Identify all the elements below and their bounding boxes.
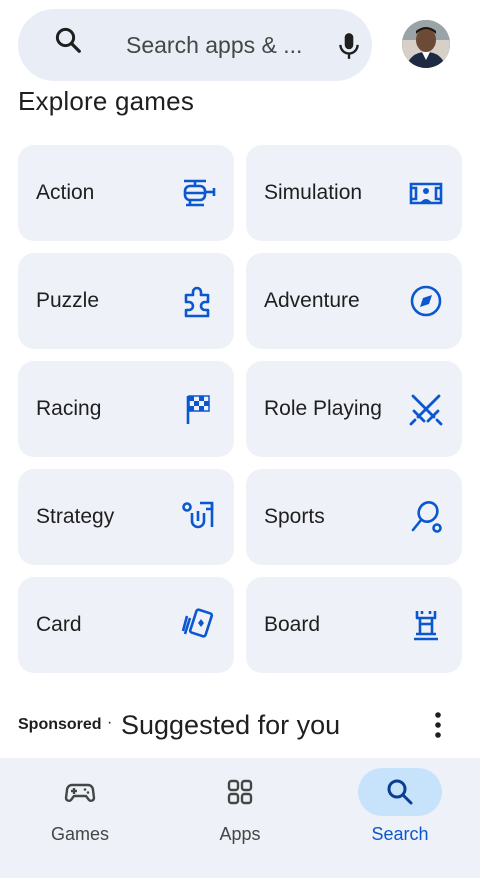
- crossed-swords-icon: [409, 394, 443, 426]
- category-tile-board[interactable]: Board: [246, 577, 462, 673]
- puzzle-piece-icon: [184, 286, 210, 318]
- strategy-icon: [182, 501, 214, 529]
- category-label: Board: [264, 613, 321, 636]
- avatar-image: [402, 20, 450, 68]
- search-bar[interactable]: Search apps & ...: [18, 9, 372, 81]
- category-tile-puzzle[interactable]: Puzzle: [18, 253, 234, 349]
- category-label: Puzzle: [36, 289, 100, 312]
- search-icon[interactable]: [53, 25, 83, 55]
- racket-icon: [411, 501, 442, 533]
- category-label: Action: [36, 181, 95, 204]
- category-label: Adventure: [264, 289, 360, 312]
- playing-cards-icon: [181, 608, 214, 638]
- category-tile-racing[interactable]: Racing: [18, 361, 234, 457]
- bottom-navigation: Games Apps Search: [0, 758, 480, 878]
- apps-grid-icon: [227, 779, 253, 805]
- nav-item-games[interactable]: Games: [0, 758, 160, 878]
- simulation-icon: [409, 182, 443, 205]
- sponsored-label: Sponsored: [18, 716, 102, 733]
- more-vert-icon[interactable]: [428, 710, 448, 740]
- nav-item-search[interactable]: Search: [320, 758, 480, 878]
- category-label: Sports: [264, 505, 325, 528]
- category-tile-sports[interactable]: Sports: [246, 469, 462, 565]
- category-label: Racing: [36, 397, 102, 420]
- nav-label: Games: [50, 824, 110, 844]
- gamepad-icon: [64, 783, 96, 802]
- suggested-title: Suggested for you: [121, 710, 341, 740]
- suggested-header: Sponsored · Suggested for you: [18, 706, 462, 746]
- avatar[interactable]: [402, 20, 450, 68]
- separator-dot: ·: [107, 714, 113, 731]
- chess-rook-icon: [414, 611, 438, 641]
- category-label: Card: [36, 613, 82, 636]
- compass-icon: [410, 285, 442, 317]
- checkered-flag-icon: [186, 395, 210, 424]
- nav-item-apps[interactable]: Apps: [160, 758, 320, 878]
- category-label: Role Playing: [264, 397, 382, 420]
- search-icon: [387, 779, 413, 805]
- category-tile-action[interactable]: Action: [18, 145, 234, 241]
- search-input[interactable]: Search apps & ...: [126, 9, 302, 81]
- category-tile-strategy[interactable]: Strategy: [18, 469, 234, 565]
- category-tile-simulation[interactable]: Simulation: [246, 145, 462, 241]
- nav-label: Search: [371, 824, 429, 844]
- category-tile-role-playing[interactable]: Role Playing: [246, 361, 462, 457]
- category-label: Strategy: [36, 505, 115, 528]
- category-label: Simulation: [264, 181, 363, 204]
- category-tile-card[interactable]: Card: [18, 577, 234, 673]
- mic-icon[interactable]: [336, 31, 362, 61]
- section-title-explore-games: Explore games: [18, 86, 195, 116]
- category-tile-adventure[interactable]: Adventure: [246, 253, 462, 349]
- nav-label: Apps: [219, 824, 261, 844]
- helicopter-icon: [183, 179, 216, 207]
